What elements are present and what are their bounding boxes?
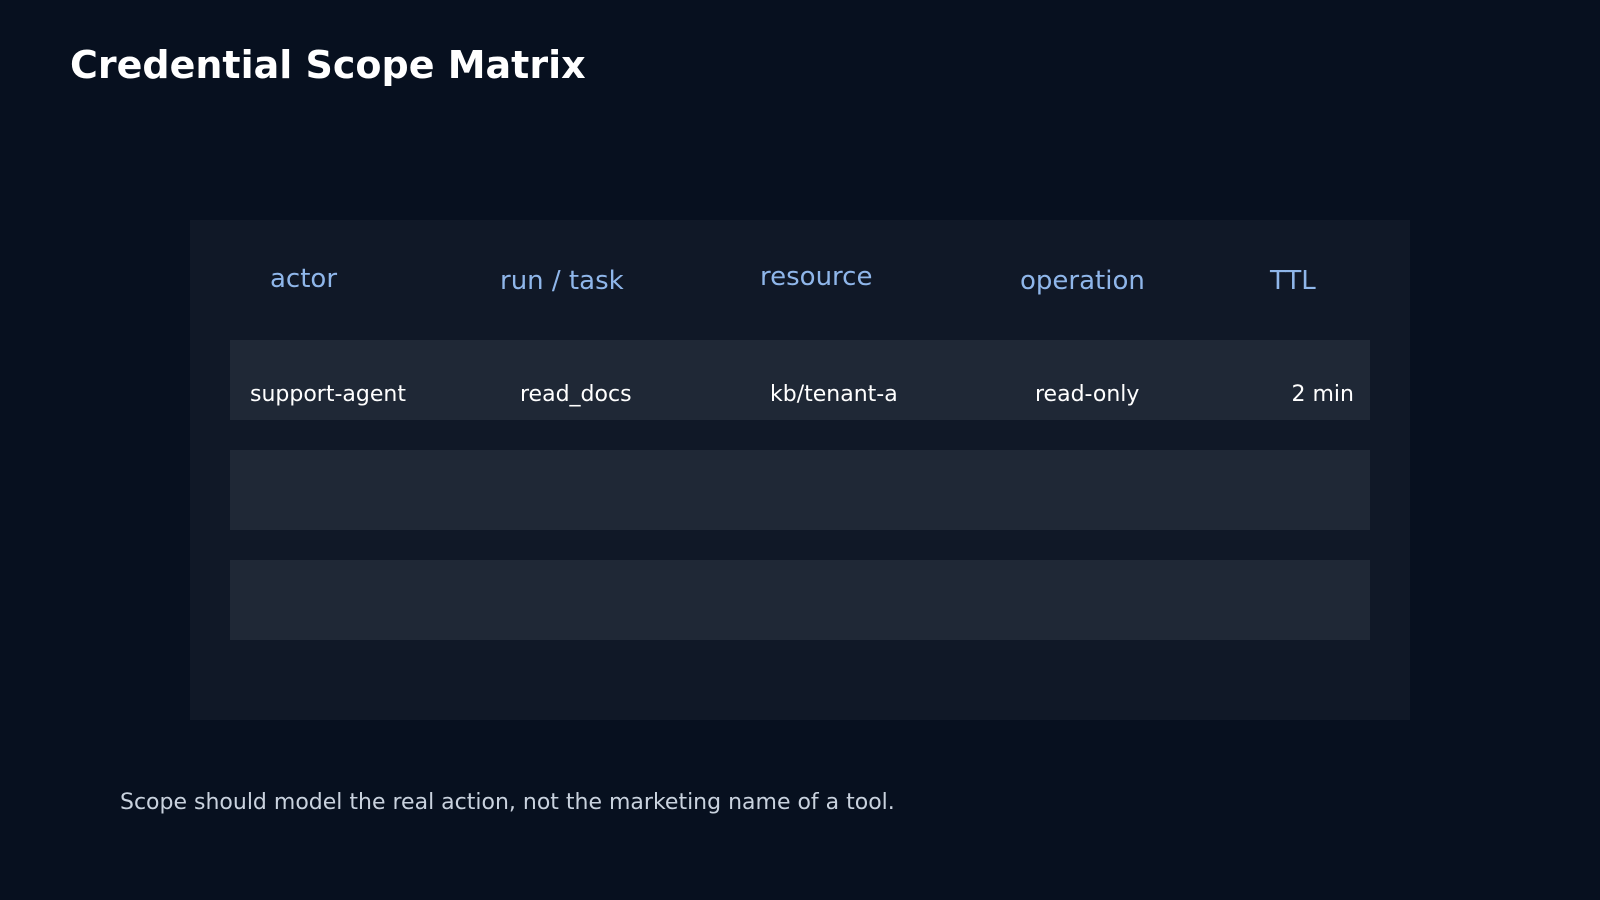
cell-actor: support-agent xyxy=(250,382,406,407)
table-row: support-agent read_docs kb/tenant-a read… xyxy=(230,340,1370,420)
column-header-run-task: run / task xyxy=(500,266,624,296)
cell-ttl: 2 min xyxy=(1291,382,1354,407)
page-title: Credential Scope Matrix xyxy=(70,43,586,87)
footnote: Scope should model the real action, not … xyxy=(120,790,895,815)
cell-operation: read-only xyxy=(1035,382,1140,407)
column-header-resource: resource xyxy=(760,262,873,292)
column-header-ttl: TTL xyxy=(1270,266,1316,296)
column-header-actor: actor xyxy=(270,264,338,294)
column-header-operation: operation xyxy=(1020,266,1145,296)
slide: Credential Scope Matrix actor run / task… xyxy=(0,0,1600,900)
scope-matrix-table: actor run / task resource operation TTL … xyxy=(190,220,1410,720)
cell-resource: kb/tenant-a xyxy=(770,382,898,407)
table-row xyxy=(230,560,1370,640)
table-row xyxy=(230,450,1370,530)
cell-run-task: read_docs xyxy=(520,382,632,407)
